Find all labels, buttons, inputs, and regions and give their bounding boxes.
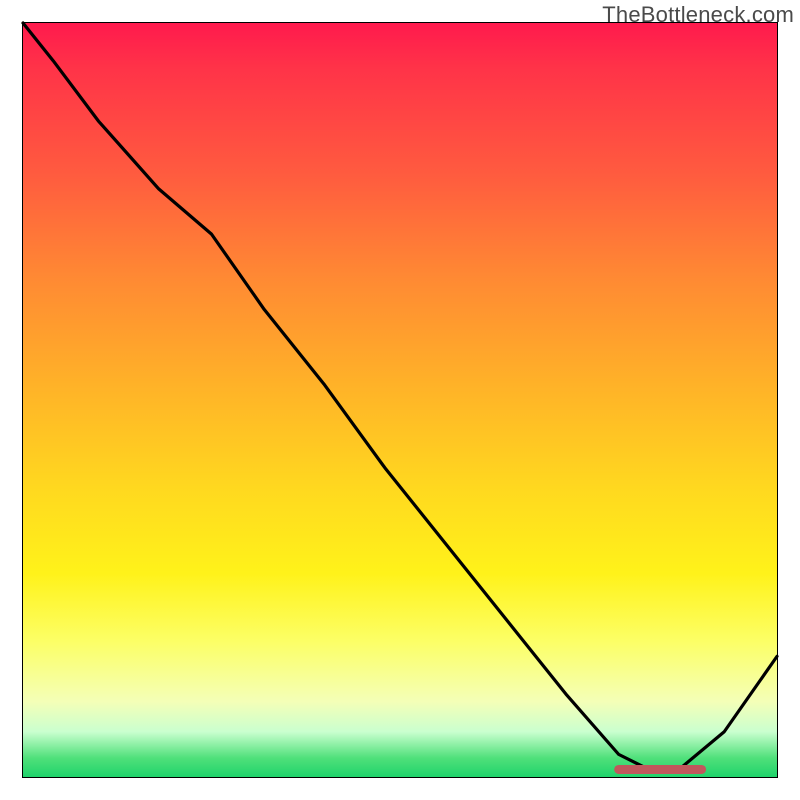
- plot-area: [22, 22, 778, 778]
- bottleneck-curve: [23, 23, 777, 769]
- plot-svg: [23, 23, 777, 777]
